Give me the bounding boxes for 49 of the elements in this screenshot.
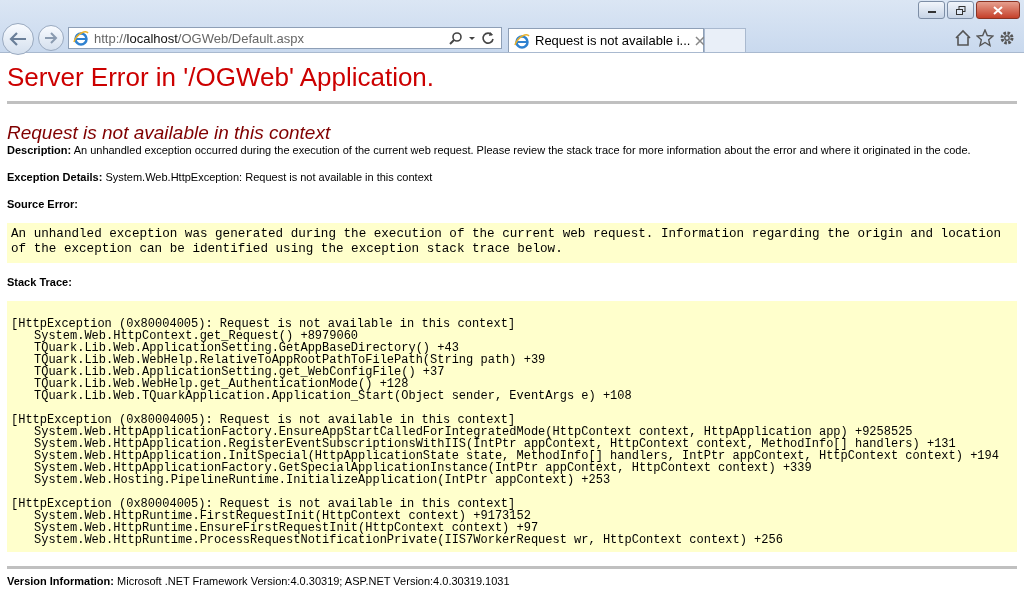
error-heading: Request is not available in this context <box>7 122 331 144</box>
section-label: Stack Trace: <box>7 276 72 288</box>
browser-tab[interactable]: Request is not available i... <box>508 28 704 52</box>
description-text: An unhandled exception occurred during the execution of the current web request. Please review the stack trace for more information about the error and where it originated in the code. <box>73 144 971 156</box>
close-tab-icon[interactable] <box>695 35 706 46</box>
exception-header: [HttpException (0x80004005): Request is not available in this context] <box>11 413 516 427</box>
field-label: Exception Details: <box>7 171 103 183</box>
exception-details-text: System.Web.HttpException: Request is not available in this context <box>105 171 433 183</box>
star-icon[interactable] <box>976 29 994 47</box>
exception-header: [HttpException (0x80004005): Request is not available in this context] <box>11 497 516 511</box>
url-text: http://localhost/OGWeb/Default.aspx <box>94 30 306 46</box>
stack-frame: TQuark.Lib.Web.ApplicationSetting.GetAppBaseDirectory() +43 <box>34 341 459 355</box>
field-label: Version Information: <box>7 575 114 587</box>
minimize-button[interactable] <box>918 1 945 19</box>
browser-logo-icon <box>514 32 530 49</box>
version-text: Microsoft .NET Framework Version:4.0.30319; ASP.NET Version:4.0.30319.1031 <box>117 575 510 587</box>
stack-frame: System.Web.HttpRuntime.EnsureFirstRequestInit(HttpContext context) +97 <box>34 521 539 535</box>
stack-frame: System.Web.HttpApplication.RegisterEventSubscriptionsWithIIS(IntPtr appContext, HttpContext context, MethodInfo[] handlers) +131 <box>34 437 956 451</box>
stack-frame: System.Web.Hosting.PipelineRuntime.InitializeApplication(IntPtr appContext) +253 <box>34 473 611 487</box>
browser-logo-icon <box>73 30 89 46</box>
exception-header: [HttpException (0x80004005): Request is not available in this context] <box>11 317 516 331</box>
refresh-icon[interactable] <box>481 31 495 45</box>
page-title: Server Error in '/OGWeb' Application. <box>7 61 435 91</box>
stack-frame: System.Web.HttpRuntime.FirstRequestInit(HttpContext context) +9173152 <box>34 509 531 523</box>
close-icon <box>993 5 1003 15</box>
stack-frame: TQuark.Lib.Web.ApplicationSetting.get_WebConfigFile() +37 <box>34 365 445 379</box>
back-arrow-icon <box>9 32 27 46</box>
source-error-text: An unhandled exception was generated during the execution of the current web request. Information regarding the origin and location of the exception can be identified using the exception stack trace below. <box>11 227 1002 256</box>
tab-title: Request is not available i... <box>535 33 691 48</box>
field-label: Description: <box>7 144 72 156</box>
forward-button[interactable] <box>38 25 64 51</box>
stack-frame: System.Web.HttpApplicationFactory.GetSpecialApplicationInstance(IntPtr appContext, HttpContext context) +339 <box>34 461 812 475</box>
stack-frame: System.Web.HttpContext.get_Request() +8979060 <box>34 329 359 343</box>
close-button[interactable] <box>976 1 1020 19</box>
section-label: Source Error: <box>7 198 78 210</box>
address-field[interactable]: http://localhost/OGWeb/Default.aspx <box>68 27 502 49</box>
stack-frame: System.Web.HttpRuntime.ProcessRequestNotificationPrivate(IIS7WorkerRequest wr, HttpContext context) +256 <box>34 533 783 547</box>
stack-frame: TQuark.Lib.Web.TQuarkApplication.Application_Start(Object sender, EventArgs e) +108 <box>34 389 632 403</box>
back-button[interactable] <box>2 23 34 55</box>
stack-frame: TQuark.Lib.Web.WebHelp.get_AuthenticationMode() +128 <box>34 377 409 391</box>
search-icon[interactable] <box>449 31 463 45</box>
stack-frame: System.Web.HttpApplicationFactory.EnsureAppStartCalledForIntegratedMode(HttpContext context, HttpApplication app) +9258525 <box>34 425 913 439</box>
stack-frame: TQuark.Lib.Web.WebHelp.RelativeToAppRootPathToFilePath(String path) +39 <box>34 353 546 367</box>
stack-frame: System.Web.HttpApplication.InitSpecial(HttpApplicationState state, MethodInfo[] handlers, IntPtr appContext, HttpContext context) +194 <box>34 449 999 463</box>
home-icon[interactable] <box>954 29 972 47</box>
restore-button[interactable] <box>947 1 974 19</box>
restore-icon <box>955 5 966 15</box>
forward-arrow-icon <box>44 32 58 44</box>
settings-icon[interactable] <box>998 29 1016 47</box>
